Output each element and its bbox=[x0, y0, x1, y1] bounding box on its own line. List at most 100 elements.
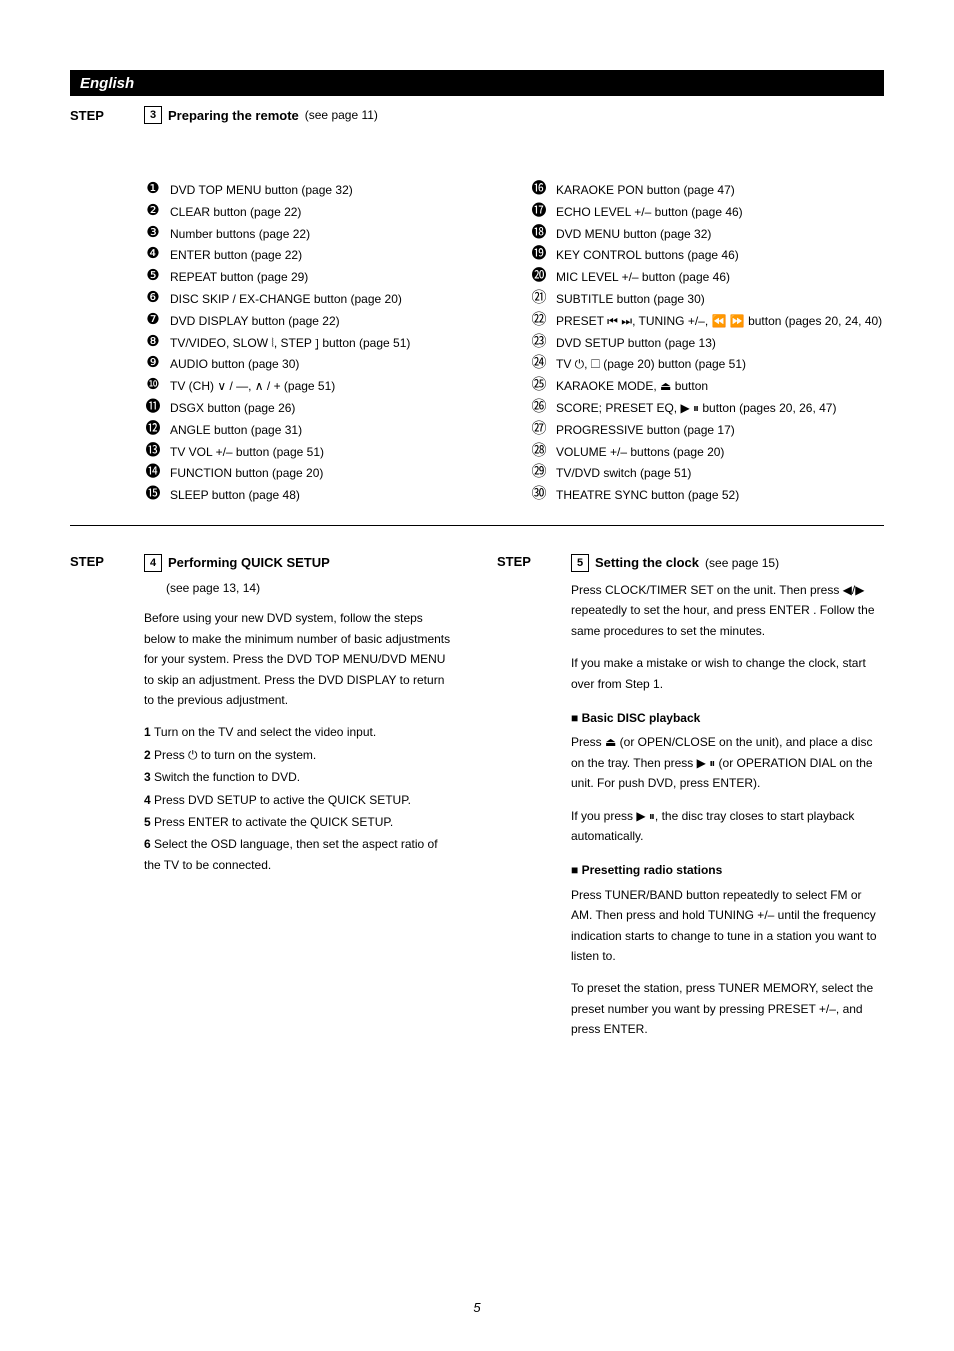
bullet-2: ❷ bbox=[144, 203, 162, 220]
s4-t4: Press DVD SETUP to active the QUICK SETU… bbox=[154, 793, 411, 807]
s4-t3: Switch the function to DVD. bbox=[154, 770, 300, 784]
step4-section: STEP 4 Performing QUICK SETUP (see page … bbox=[70, 552, 457, 1070]
ctrl-17: ECHO LEVEL +/– button (page 46) bbox=[556, 203, 884, 223]
bullet-4: ❹ bbox=[144, 246, 162, 263]
ctrl-2: CLEAR button (page 22) bbox=[170, 203, 498, 223]
step4-intro: Before using your new DVD system, follow… bbox=[144, 608, 457, 710]
bullet-5: ❺ bbox=[144, 268, 162, 285]
ctrl-4: ENTER button (page 22) bbox=[170, 246, 498, 266]
bullet-11: ⓫ bbox=[144, 399, 162, 416]
ctrl-20: MIC LEVEL +/– button (page 46) bbox=[556, 268, 884, 288]
s4-t5: Press ENTER to activate the QUICK SETUP. bbox=[154, 815, 393, 829]
bullet-10: ❿ bbox=[144, 377, 162, 394]
playback-p2: If you press ▶ ⏸, the disc tray closes t… bbox=[571, 806, 884, 847]
s4-n1: 1 bbox=[144, 725, 151, 739]
ctrl-19: KEY CONTROL buttons (page 46) bbox=[556, 246, 884, 266]
s4-t2: Press ⏻ to turn on the system. bbox=[154, 748, 316, 762]
step5-p2: If you make a mistake or wish to change … bbox=[571, 653, 884, 694]
step3-title-row: 3 Preparing the remote (see page 11) bbox=[144, 106, 884, 124]
bullet-23: ㉓ bbox=[530, 334, 548, 351]
ctrl-26: SCORE; PRESET EQ, ▶ ⏸ button (pages 20, … bbox=[556, 399, 884, 419]
ctrl-7: DVD DISPLAY button (page 22) bbox=[170, 312, 498, 332]
s4-n6: 6 bbox=[144, 837, 151, 851]
ctrl-3: Number buttons (page 22) bbox=[170, 225, 498, 245]
bullet-9: ❾ bbox=[144, 355, 162, 372]
step5-p1: Press CLOCK/TIMER SET on the unit. Then … bbox=[571, 580, 884, 641]
ctrl-21: SUBTITLE button (page 30) bbox=[556, 290, 884, 310]
step4-note: (see page 13, 14) bbox=[166, 578, 457, 598]
s4-n5: 5 bbox=[144, 815, 151, 829]
bullet-6: ❻ bbox=[144, 290, 162, 307]
playback-heading: ■ Basic DISC playback bbox=[571, 708, 884, 728]
ctrl-11: DSGX button (page 26) bbox=[170, 399, 498, 419]
step3-right-col: ⓰ KARAOKE PON button (page 47) ⓱ ECHO LEVE… bbox=[530, 180, 884, 507]
ctrl-6: DISC SKIP / EX-CHANGE button (page 20) bbox=[170, 290, 498, 310]
step4-list: 1 Turn on the TV and select the video in… bbox=[144, 722, 457, 875]
step3-note: (see page 11) bbox=[305, 108, 378, 122]
page-number: 5 bbox=[0, 1300, 954, 1315]
step3-title: Preparing the remote bbox=[168, 108, 299, 123]
ctrl-12: ANGLE button (page 31) bbox=[170, 421, 498, 441]
step5-title: Setting the clock bbox=[595, 552, 699, 574]
step4-title-row: 4 Performing QUICK SETUP bbox=[144, 552, 457, 574]
bullet-19: ⓳ bbox=[530, 246, 548, 263]
language-header-text: English bbox=[80, 75, 134, 92]
step5-note: (see page 15) bbox=[705, 553, 779, 573]
step4-number: 4 bbox=[144, 554, 162, 572]
step5-title-row: 5 Setting the clock (see page 15) bbox=[571, 552, 884, 574]
ctrl-13: TV VOL +/– button (page 51) bbox=[170, 443, 498, 463]
ctrl-22: PRESET ⏮ ⏭, TUNING +/–, ⏪ ⏩ button (page… bbox=[556, 312, 884, 332]
bullet-28: ㉘ bbox=[530, 443, 548, 460]
step3-label: STEP bbox=[70, 106, 120, 507]
step3-left-col: ❶ DVD TOP MENU button (page 32) ❷ CLEAR bu… bbox=[144, 180, 498, 507]
step5-label: STEP bbox=[497, 552, 547, 1052]
bullet-12: ⓬ bbox=[144, 421, 162, 438]
bullet-30: ㉚ bbox=[530, 486, 548, 503]
ctrl-28: VOLUME +/– buttons (page 20) bbox=[556, 443, 884, 463]
ctrl-15: SLEEP button (page 48) bbox=[170, 486, 498, 506]
ctrl-5: REPEAT button (page 29) bbox=[170, 268, 498, 288]
ctrl-16: KARAOKE PON button (page 47) bbox=[556, 181, 884, 201]
ctrl-27: PROGRESSIVE button (page 17) bbox=[556, 421, 884, 441]
bullet-18: ⓲ bbox=[530, 225, 548, 242]
ctrl-10: TV (CH) ∨ / —, ∧ / + (page 51) bbox=[170, 377, 498, 397]
step4-label: STEP bbox=[70, 552, 120, 1052]
step3-number: 3 bbox=[144, 106, 162, 124]
bullet-29: ㉙ bbox=[530, 464, 548, 481]
ctrl-24: TV ⏻, ☐ (page 20) button (page 51) bbox=[556, 355, 884, 375]
step4-title: Performing QUICK SETUP bbox=[168, 552, 330, 574]
ctrl-30: THEATRE SYNC button (page 52) bbox=[556, 486, 884, 506]
bullet-24: ㉔ bbox=[530, 355, 548, 372]
bullet-17: ⓱ bbox=[530, 203, 548, 220]
step5-number: 5 bbox=[571, 554, 589, 572]
bullet-20: ⓴ bbox=[530, 268, 548, 285]
ctrl-9: AUDIO button (page 30) bbox=[170, 355, 498, 375]
ctrl-23: DVD SETUP button (page 13) bbox=[556, 334, 884, 354]
bullet-16: ⓰ bbox=[530, 181, 548, 198]
step5-section: STEP 5 Setting the clock (see page 15) P… bbox=[497, 552, 884, 1070]
ctrl-18: DVD MENU button (page 32) bbox=[556, 225, 884, 245]
bullet-14: ⓮ bbox=[144, 464, 162, 481]
step3-section: STEP 3 Preparing the remote (see page 11… bbox=[70, 106, 884, 526]
radio-heading: ■ Presetting radio stations bbox=[571, 860, 884, 880]
radio-p2: To preset the station, press TUNER MEMOR… bbox=[571, 978, 884, 1039]
bullet-21: ㉑ bbox=[530, 290, 548, 307]
language-header: English bbox=[70, 70, 884, 96]
ctrl-1: DVD TOP MENU button (page 32) bbox=[170, 181, 498, 201]
bullet-7: ❼ bbox=[144, 312, 162, 329]
bullet-27: ㉗ bbox=[530, 421, 548, 438]
ctrl-25: KARAOKE MODE, ⏏ button bbox=[556, 377, 884, 397]
bullet-15: ⓯ bbox=[144, 486, 162, 503]
bullet-1: ❶ bbox=[144, 181, 162, 198]
s4-n3: 3 bbox=[144, 770, 151, 784]
ctrl-29: TV/DVD switch (page 51) bbox=[556, 464, 884, 484]
playback-p1: Press ⏏ (or OPEN/CLOSE on the unit), and… bbox=[571, 732, 884, 793]
ctrl-8: TV/VIDEO, SLOW ⦚, STEP ⦌ button (page 51… bbox=[170, 334, 498, 354]
s4-t6: Select the OSD language, then set the as… bbox=[144, 837, 438, 871]
radio-p1: Press TUNER/BAND button repeatedly to se… bbox=[571, 885, 884, 967]
s4-t1: Turn on the TV and select the video inpu… bbox=[154, 725, 376, 739]
bullet-22: ㉒ bbox=[530, 312, 548, 329]
bullet-8: ❽ bbox=[144, 334, 162, 351]
bullet-3: ❸ bbox=[144, 225, 162, 242]
bullet-13: ⓭ bbox=[144, 443, 162, 460]
